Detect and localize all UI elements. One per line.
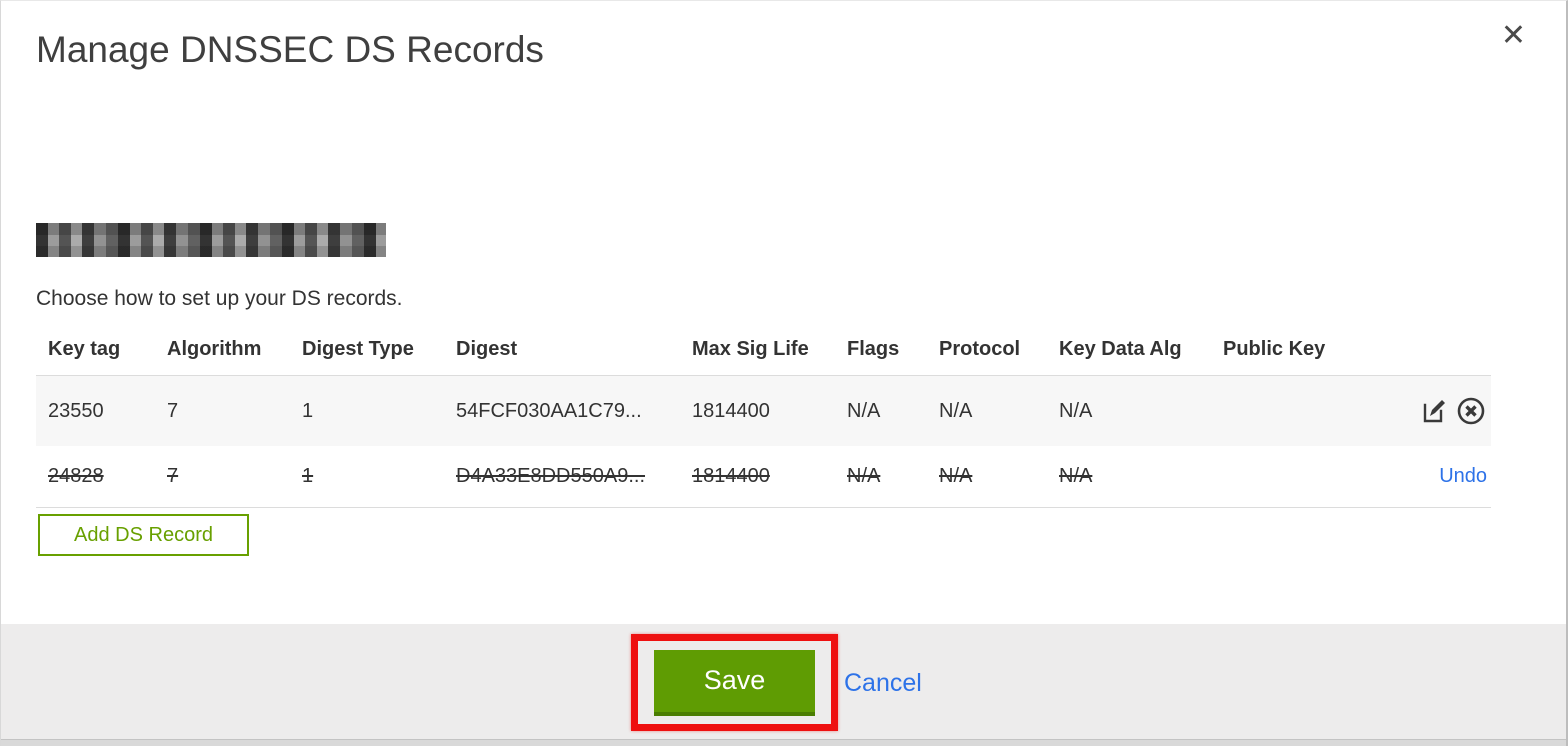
add-ds-record-button[interactable]: Add DS Record — [38, 514, 249, 556]
cell-protocol: N/A — [939, 465, 973, 487]
table-row: 23550 7 1 54FCF030AA1C79... 1814400 N/A … — [36, 375, 1491, 447]
redacted-domain-name — [36, 223, 386, 257]
cell-digest-type: 1 — [302, 399, 314, 422]
cell-key-data-alg: N/A — [1059, 399, 1093, 422]
instruction-text: Choose how to set up your DS records. — [36, 287, 403, 310]
row-actions: Undo — [1391, 446, 1491, 508]
col-public-key: Public Key — [1211, 326, 1391, 376]
modal-footer: Save Cancel — [1, 624, 1566, 739]
col-actions — [1391, 326, 1491, 376]
ds-records-table: Key tag Algorithm Digest Type Digest Max… — [36, 326, 1491, 508]
col-key-data-alg: Key Data Alg — [1047, 326, 1211, 376]
delete-icon[interactable] — [1455, 395, 1487, 427]
cell-public-key — [1211, 376, 1391, 447]
col-max-sig-life: Max Sig Life — [680, 326, 835, 376]
cell-key-tag: 24828 — [48, 465, 104, 487]
table-row-deleted: 24828 7 1 D4A33E8DD550A9... 1814400 N/A … — [36, 446, 1491, 508]
table-header-row: Key tag Algorithm Digest Type Digest Max… — [36, 326, 1491, 376]
cell-digest: D4A33E8DD550A9... — [456, 465, 646, 487]
cell-algorithm: 7 — [167, 399, 179, 422]
col-algorithm: Algorithm — [155, 326, 290, 376]
undo-link[interactable]: Undo — [1439, 465, 1487, 487]
edit-icon[interactable] — [1419, 396, 1449, 426]
col-digest: Digest — [444, 326, 680, 376]
red-highlight-box: Save — [631, 634, 838, 731]
cell-digest-type: 1 — [302, 465, 314, 487]
dnssec-modal: Manage DNSSEC DS Records ✕ Choose how to… — [0, 0, 1568, 746]
col-key-tag: Key tag — [36, 326, 155, 376]
cell-max-sig-life: 1814400 — [692, 465, 770, 487]
cancel-link[interactable]: Cancel — [844, 669, 922, 698]
page-title: Manage DNSSEC DS Records — [36, 29, 544, 70]
cell-flags: N/A — [847, 465, 881, 487]
cell-protocol: N/A — [939, 399, 973, 422]
page-background-strip — [1, 739, 1566, 746]
cell-max-sig-life: 1814400 — [692, 399, 770, 422]
cell-key-tag: 23550 — [48, 399, 104, 422]
col-digest-type: Digest Type — [290, 326, 444, 376]
close-icon[interactable]: ✕ — [1501, 21, 1526, 51]
col-protocol: Protocol — [927, 326, 1047, 376]
col-flags: Flags — [835, 326, 927, 376]
cell-key-data-alg: N/A — [1059, 465, 1093, 487]
cell-digest: 54FCF030AA1C79... — [456, 399, 642, 422]
row-actions — [1391, 376, 1491, 447]
cell-flags: N/A — [847, 399, 881, 422]
cell-public-key — [1211, 446, 1391, 508]
save-button[interactable]: Save — [654, 649, 815, 716]
cell-algorithm: 7 — [167, 465, 179, 487]
